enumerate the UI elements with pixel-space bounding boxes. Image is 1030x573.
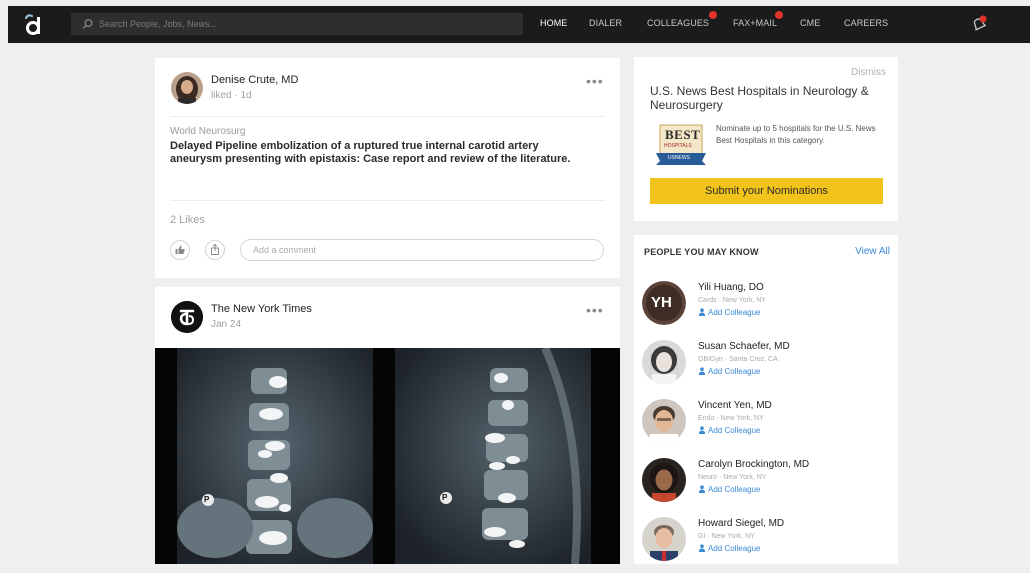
add-person-icon [698,308,706,316]
colleagues-notification-badge [709,11,717,19]
section-title: PEOPLE YOU MAY KNOW [644,247,759,257]
person-name[interactable]: Carolyn Brockington, MD [698,459,809,470]
add-colleague-label: Add Colleague [708,485,761,494]
person-name[interactable]: Susan Schaefer, MD [698,341,790,352]
badge-text: BEST [665,127,701,142]
person-name[interactable]: Yili Huang, DO [698,282,764,293]
search-bar[interactable] [71,13,523,35]
add-colleague-link[interactable]: Add Colleague [698,367,760,376]
person-suggestion: Vincent Yen, MD Endo · New York, NY Add … [642,399,892,455]
submit-nominations-button[interactable]: Submit your Nominations [650,178,883,204]
add-person-icon [698,544,706,552]
add-person-icon [698,367,706,375]
nav-fax-mail[interactable]: FAX+MAIL [733,18,777,28]
divider [170,200,605,201]
comment-input[interactable] [240,239,604,261]
person-avatar[interactable] [642,458,686,502]
feed-post-card: The New York Times Jan 24 ••• P P [155,287,620,564]
like-button[interactable] [170,240,190,260]
person-specialty-location: Neuro · New York, NY [698,474,767,481]
share-icon [211,243,219,255]
search-input[interactable] [99,16,509,32]
add-colleague-label: Add Colleague [708,544,761,553]
search-icon [83,19,93,29]
xray-marker-label: P [442,493,448,502]
xray-marker-label: P [204,495,210,504]
person-suggestion: YH Yili Huang, DO Cards · New York, NY A… [642,281,892,337]
add-colleague-label: Add Colleague [708,308,761,317]
share-button[interactable] [205,240,225,260]
person-specialty-location: OB/Gyn · Santa Cruz, CA [698,356,778,363]
nyt-logo-avatar[interactable] [171,301,203,333]
best-hospitals-badge-icon: BEST HOSPITALS USNEWS [656,123,706,167]
person-suggestion: Howard Siegel, MD GI · New York, NY Add … [642,517,892,573]
notifications-bell-icon[interactable] [970,15,988,33]
add-colleague-label: Add Colleague [708,367,761,376]
nav-home[interactable]: HOME [540,18,567,28]
post-xray-image[interactable]: P P [155,348,620,564]
dismiss-link[interactable]: Dismiss [851,67,886,78]
sponsored-card: Dismiss U.S. News Best Hospitals in Neur… [634,57,898,221]
person-name[interactable]: Howard Siegel, MD [698,518,784,529]
post-more-options-button[interactable]: ••• [586,302,604,318]
person-name[interactable]: Vincent Yen, MD [698,400,772,411]
nav-colleagues[interactable]: COLLEAGUES [647,18,709,28]
article-journal: World Neurosurg [170,126,246,137]
ad-description: Nominate up to 5 hospitals for the U.S. … [716,124,876,145]
badge-subtext: HOSPITALS [664,143,692,149]
add-colleague-label: Add Colleague [708,426,761,435]
post-more-options-button[interactable]: ••• [586,73,604,89]
person-avatar[interactable]: YH [642,281,686,325]
top-navigation-bar: HOME DIALER COLLEAGUES FAX+MAIL CME CARE… [8,6,1030,43]
people-you-may-know-card: PEOPLE YOU MAY KNOW View All YH Yili Hua… [634,235,898,564]
view-all-link[interactable]: View All [855,246,890,257]
person-avatar[interactable] [642,399,686,443]
person-avatar[interactable] [642,340,686,384]
nyt-logo-icon [171,301,203,333]
divider [170,116,605,117]
add-person-icon [698,485,706,493]
likes-count[interactable]: 2 Likes [170,214,205,226]
nav-dialer[interactable]: DIALER [589,18,622,28]
add-colleague-link[interactable]: Add Colleague [698,485,760,494]
add-colleague-link[interactable]: Add Colleague [698,426,760,435]
person-specialty-location: GI · New York, NY [698,533,755,540]
article-title-link[interactable]: Delayed Pipeline embolization of a ruptu… [170,140,590,166]
avatar-initials: YH [651,294,672,311]
add-colleague-link[interactable]: Add Colleague [698,544,760,553]
person-avatar[interactable] [642,517,686,561]
thumbs-up-icon [175,245,185,254]
doximity-logo-icon[interactable] [22,12,48,38]
post-meta: liked · 1d [211,90,252,101]
person-specialty-location: Cards · New York, NY [698,297,767,304]
person-suggestion: Carolyn Brockington, MD Neuro · New York… [642,458,892,514]
nav-cme[interactable]: CME [800,18,820,28]
author-avatar[interactable] [171,72,203,104]
fax-mail-notification-badge [775,11,783,19]
person-specialty-location: Endo · New York, NY [698,415,764,422]
nav-careers[interactable]: CAREERS [844,18,888,28]
feed-post-card: Denise Crute, MD liked · 1d ••• World Ne… [155,58,620,278]
post-meta: Jan 24 [211,319,242,330]
post-author-name[interactable]: The New York Times [211,303,312,315]
person-suggestion: Susan Schaefer, MD OB/Gyn · Santa Cruz, … [642,340,892,396]
ad-title: U.S. News Best Hospitals in Neurology & … [650,84,869,112]
post-author-name[interactable]: Denise Crute, MD [211,74,298,86]
add-person-icon [698,426,706,434]
badge-ribbon-text: USNEWS [668,155,690,161]
add-colleague-link[interactable]: Add Colleague [698,308,760,317]
